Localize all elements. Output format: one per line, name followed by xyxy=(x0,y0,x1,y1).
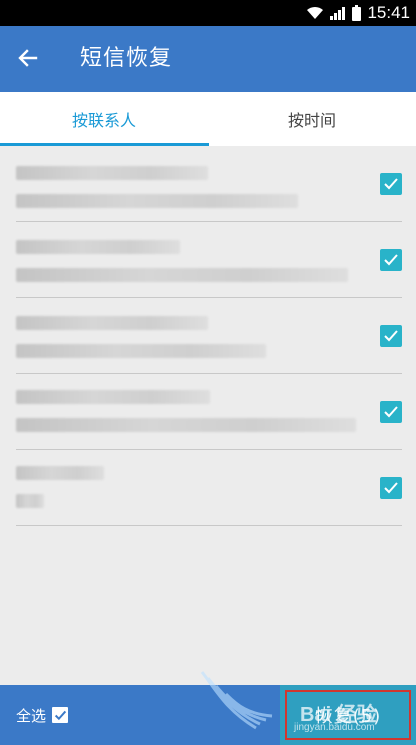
select-all-toggle[interactable]: 全选 xyxy=(16,703,69,727)
message-checkbox[interactable] xyxy=(380,401,402,423)
page-title: 短信恢复 xyxy=(80,46,173,71)
bottom-bar: 全选 恢复(5) xyxy=(0,685,416,745)
battery-icon xyxy=(352,5,362,21)
message-checkbox[interactable] xyxy=(380,477,402,499)
checkmark-icon xyxy=(384,330,398,342)
checkmark-icon xyxy=(384,254,398,266)
list-item[interactable] xyxy=(0,298,416,374)
status-bar: 15:41 xyxy=(0,0,416,26)
app-bar: 短信恢复 xyxy=(0,26,416,92)
contact-name-blurred xyxy=(16,240,180,254)
status-time: 15:41 xyxy=(367,3,410,22)
message-preview-blurred xyxy=(16,194,298,208)
select-all-label: 全选 xyxy=(16,706,47,725)
tab-bar: 按联系人 按时间 xyxy=(0,92,416,146)
message-preview-blurred xyxy=(16,494,44,508)
message-preview-blurred xyxy=(16,418,356,432)
recover-panel: 恢复(5) xyxy=(280,685,416,745)
divider xyxy=(16,525,402,526)
list-item[interactable] xyxy=(0,222,416,298)
tab-by-time[interactable]: 按时间 xyxy=(208,92,416,146)
checkmark-icon xyxy=(384,406,398,418)
arrow-left-icon xyxy=(18,49,38,67)
wifi-icon xyxy=(307,6,324,19)
contact-name-blurred xyxy=(16,316,208,330)
message-checkbox[interactable] xyxy=(380,249,402,271)
contact-name-blurred xyxy=(16,466,104,480)
back-button[interactable] xyxy=(10,40,46,76)
list-item[interactable] xyxy=(0,450,416,526)
checkmark-icon xyxy=(384,178,398,190)
checkmark-icon xyxy=(54,710,66,720)
message-preview-blurred xyxy=(16,268,348,282)
select-all-checkbox[interactable] xyxy=(52,707,69,723)
checkmark-icon xyxy=(384,482,398,494)
signal-icon xyxy=(330,7,346,20)
recover-button[interactable]: 恢复(5) xyxy=(285,690,411,740)
message-checkbox[interactable] xyxy=(380,173,402,195)
message-checkbox[interactable] xyxy=(380,325,402,347)
contact-name-blurred xyxy=(16,166,208,180)
list-item[interactable] xyxy=(0,374,416,450)
recover-button-label: 恢复(5) xyxy=(314,706,382,727)
tab-by-contact[interactable]: 按联系人 xyxy=(0,92,208,146)
list-item[interactable] xyxy=(0,146,416,222)
message-preview-blurred xyxy=(16,344,266,358)
contact-name-blurred xyxy=(16,390,210,404)
